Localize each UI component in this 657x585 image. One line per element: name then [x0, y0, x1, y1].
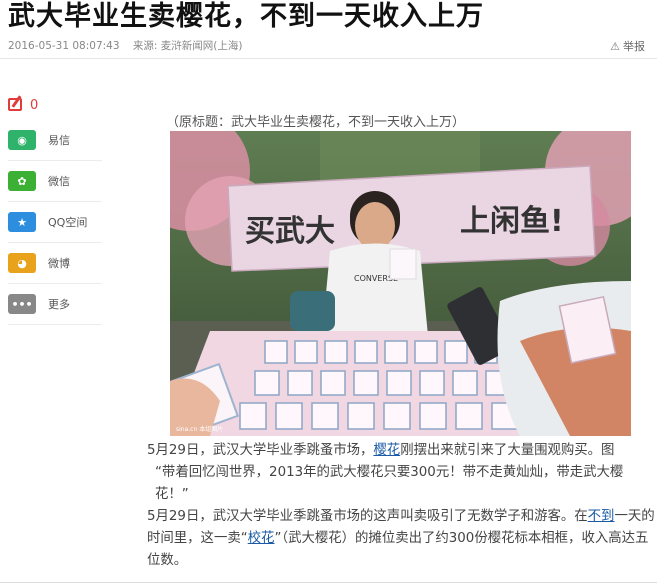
share-label: 微信	[48, 175, 70, 188]
report-label: 举报	[623, 40, 645, 53]
share-qzone[interactable]: ★ QQ空间	[8, 202, 102, 243]
comment-count: 0	[30, 97, 39, 113]
qzone-icon: ★	[8, 212, 36, 232]
share-label: 微博	[48, 257, 70, 270]
weibo-icon: ◕	[8, 253, 36, 273]
photo-caption: （原标题：武大毕业生卖樱花，不到一天收入上万）	[166, 115, 466, 130]
paragraph-3: 5月29日，武汉大学毕业季跳蚤市场的这声叫卖吸引了无数学子和游客。在不到一天的时…	[147, 506, 655, 572]
paragraph-text: 刚摆出来就引来了大量围观购买。图	[400, 443, 615, 458]
banner-text-right: 上闲鱼!	[460, 204, 564, 239]
share-wechat[interactable]: ✿ 微信	[8, 161, 102, 202]
yixin-icon: ◉	[8, 130, 36, 150]
warning-icon: ⚠	[610, 39, 620, 53]
share-label: 易信	[48, 134, 70, 147]
article-title: 武大毕业生卖樱花，不到一天收入上万	[8, 1, 484, 32]
report-button[interactable]: ⚠ 举报	[610, 38, 645, 54]
comment-edit-icon	[8, 95, 26, 114]
share-label: QQ空间	[48, 216, 88, 229]
article-meta: 2016-05-31 08:07:43 来源: 麦浒新闻网(上海)	[8, 38, 242, 53]
article-photo[interactable]: 买武大 上闲鱼! CONVERSE sina.cn 本组图片	[170, 131, 631, 436]
share-yixin[interactable]: ◉ 易信	[8, 120, 102, 161]
paragraph-text: 5月29日，武汉大学毕业季跳蚤市场的这声叫卖吸引了无数学子和游客。在	[147, 509, 588, 524]
link-sakura[interactable]: 樱花	[373, 443, 400, 458]
footer-divider	[0, 582, 657, 583]
publish-date: 2016-05-31 08:07:43	[8, 40, 120, 52]
link-budao[interactable]: 不到	[588, 509, 615, 524]
comment-button[interactable]: 0	[8, 90, 102, 120]
share-weibo[interactable]: ◕ 微博	[8, 243, 102, 284]
share-sidebar: 0 ◉ 易信 ✿ 微信 ★ QQ空间 ◕ 微博 ••• 更多	[8, 90, 102, 325]
photo-watermark: sina.cn 本组图片	[176, 425, 223, 433]
banner-text-left: 买武大	[245, 214, 335, 249]
article-body: 5月29日，武汉大学毕业季跳蚤市场，樱花刚摆出来就引来了大量围观购买。图 “带着…	[147, 440, 655, 572]
paragraph-text: 5月29日，武汉大学毕业季跳蚤市场，	[147, 443, 374, 458]
link-xiaohua[interactable]: 校花	[248, 531, 275, 546]
more-icon: •••	[8, 294, 36, 314]
wechat-icon: ✿	[8, 171, 36, 191]
paragraph-1: 5月29日，武汉大学毕业季跳蚤市场，樱花刚摆出来就引来了大量围观购买。图	[147, 440, 655, 462]
share-more[interactable]: ••• 更多	[8, 284, 102, 325]
paragraph-2: “带着回忆闯世界，2013年的武大樱花只要300元！带不走黄灿灿，带走武大樱花！…	[155, 465, 624, 502]
header-divider	[0, 58, 657, 59]
share-label: 更多	[48, 298, 70, 311]
source-label: 来源: 麦浒新闻网(上海)	[132, 40, 243, 52]
